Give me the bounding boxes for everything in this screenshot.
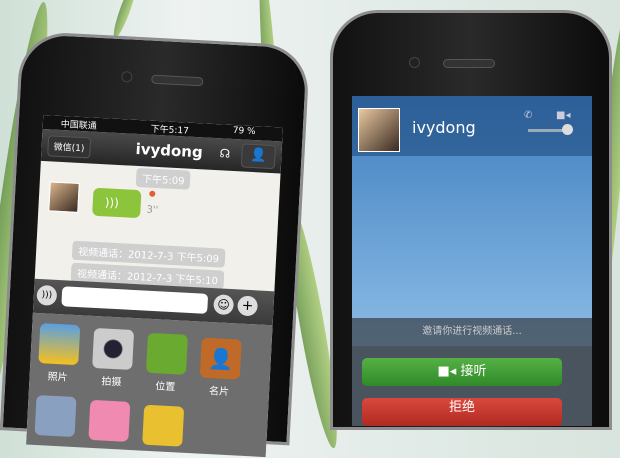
slider-knob[interactable] [562,124,573,135]
app-label: 照片 [47,371,68,384]
photos-app-icon[interactable] [38,323,81,366]
unread-dot [149,190,156,197]
video-icon: ■◂ [556,110,571,121]
app-label: 拍摄 [101,376,122,389]
app-icon[interactable] [34,395,77,438]
caller-header: ivydong ✆ ■◂ [352,96,592,156]
phone-icon: ✆ [524,110,533,121]
action-panel: ■◂ 接听 拒绝 [352,346,592,426]
battery: 79 % [232,125,256,138]
front-camera [121,71,133,83]
decline-button[interactable]: 拒绝 [362,398,562,426]
accept-button[interactable]: ■◂ 接听 [362,358,562,386]
app-label: 位置 [154,381,176,394]
app-icon[interactable] [142,404,185,447]
video-call-screen: ivydong ✆ ■◂ 邀请你进行视频通话... ■◂ 接听 拒绝 [352,96,592,426]
location-app-icon[interactable] [145,332,188,375]
speaker [151,74,204,87]
message-input[interactable] [61,286,209,314]
grass-blade [110,0,140,40]
chat-title: ivydong [135,139,204,162]
voice-toggle-icon[interactable]: ))) [36,284,58,306]
voice-duration: 3'' [146,204,159,217]
right-phone: ivydong ✆ ■◂ 邀请你进行视频通话... ■◂ 接听 拒绝 [330,10,612,430]
front-camera [409,57,420,68]
back-button[interactable]: 微信(1) [47,135,91,159]
video-camera-icon: ■◂ [437,364,461,379]
chat-screen: 中国联通 下午5:17 79 % 微信(1) ivydong ☊ 👤 下午5:0… [26,114,283,458]
app-panel: 照片 拍摄 位置 👤 名片 [26,312,273,458]
contact-card-app-icon[interactable]: 👤 [199,337,242,380]
caller-name: ivydong [412,118,476,137]
voice-wave-icon: ))) [104,195,120,211]
invite-banner: 邀请你进行视频通话... [352,318,592,346]
plus-icon[interactable]: + [237,295,259,317]
timestamp: 下午5:09 [135,167,192,190]
voice-message-bubble[interactable]: ))) [92,187,142,219]
speaker [443,59,495,68]
app-icon[interactable] [88,399,131,442]
emoji-icon[interactable]: ☺ [213,294,235,316]
contact-avatar[interactable] [48,181,80,213]
earpiece-icon[interactable]: ☊ [219,146,230,161]
left-phone: 中国联通 下午5:17 79 % 微信(1) ivydong ☊ 👤 下午5:0… [0,30,311,458]
camera-app-icon[interactable] [92,327,135,370]
profile-button[interactable]: 👤 [240,143,277,170]
caller-avatar [358,108,400,152]
app-label: 名片 [208,386,230,399]
accept-label: 接听 [460,364,487,379]
